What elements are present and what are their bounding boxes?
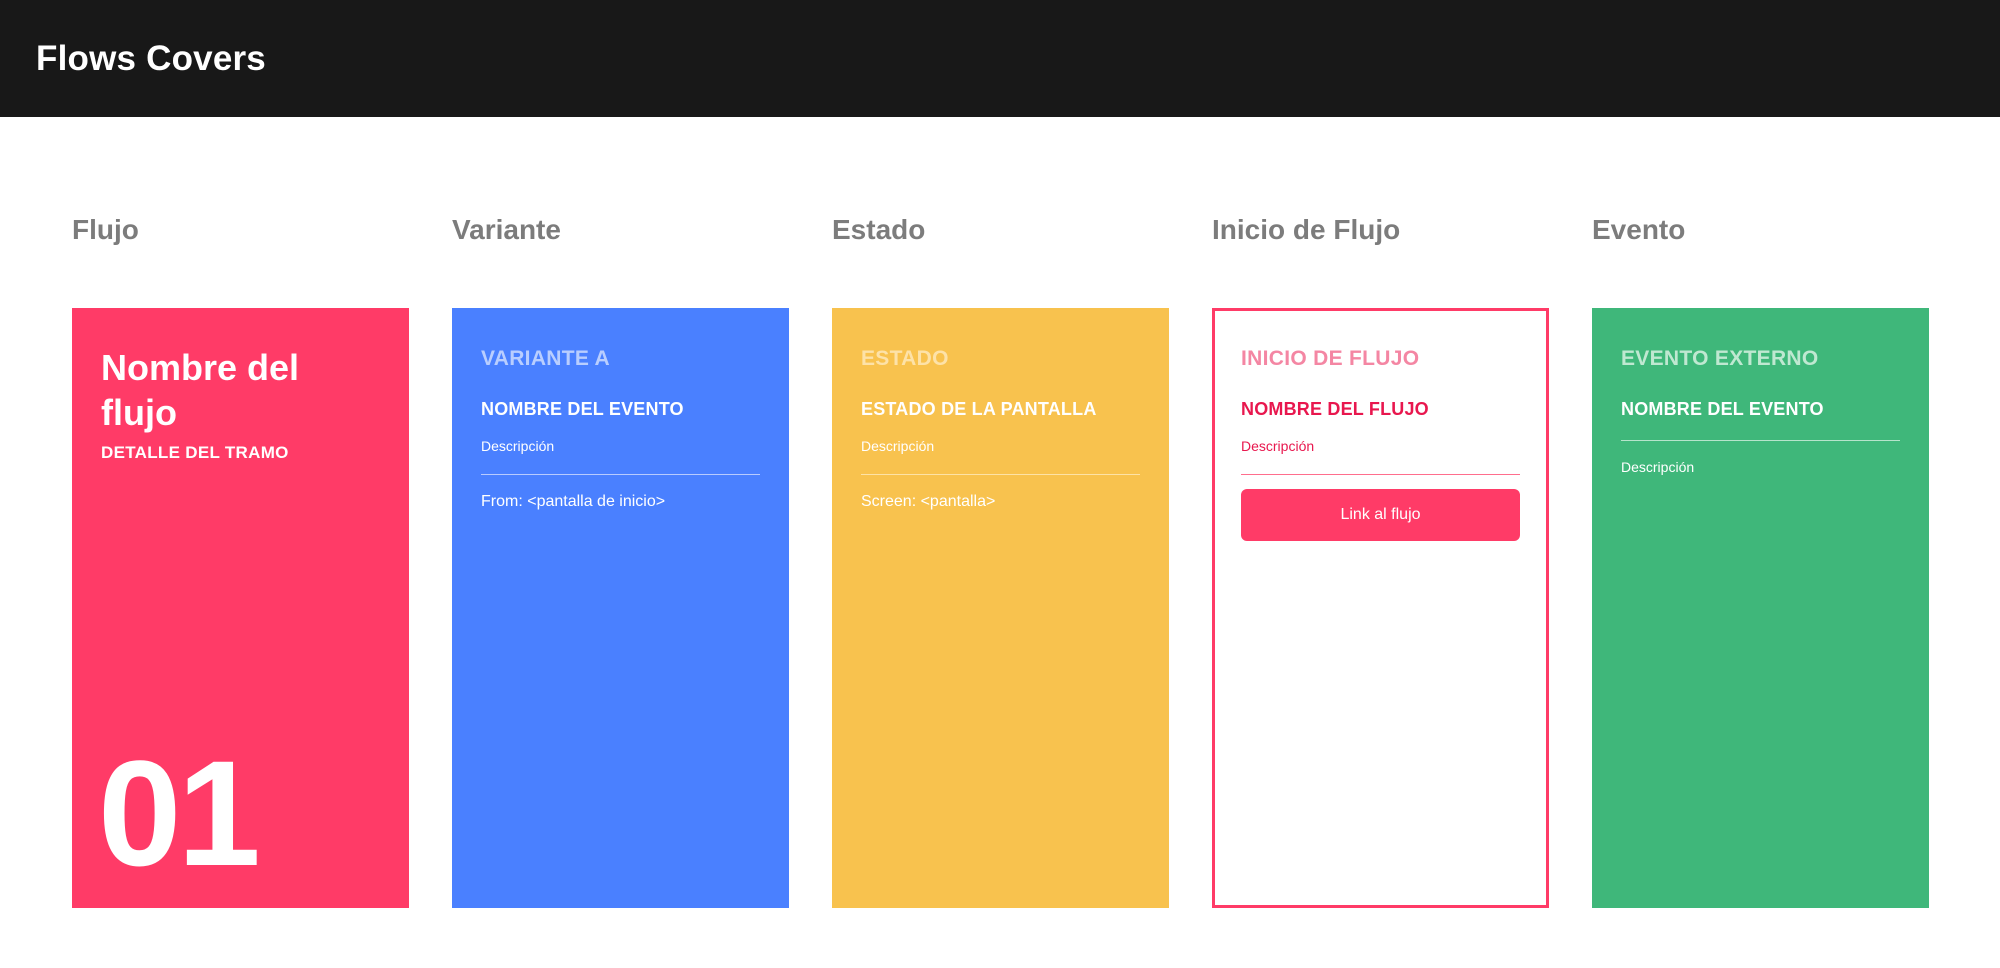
event-description: Descripción [1621,459,1695,475]
column-label-inicio: Inicio de Flujo [1212,214,1401,245]
from-screen: From: <pantalla de inicio> [481,493,666,510]
event-name: NOMBRE DEL EVENTO [481,399,684,419]
card-variante: VARIANTE A NOMBRE DEL EVENTO Descripción… [452,308,789,908]
flow-start-title: INICIO DE FLUJO [1241,347,1420,370]
flow-name: Nombre del flujo [101,347,300,433]
card-inicio-de-flujo: INICIO DE FLUJO NOMBRE DEL FLUJO Descrip… [1212,308,1549,908]
state-title: ESTADO [861,347,949,370]
flow-number: 01 [98,729,261,897]
divider [481,474,760,475]
state-description: Descripción [861,438,935,454]
column-label-evento: Evento [1592,214,1686,245]
event-name: NOMBRE DEL EVENTO [1621,399,1824,419]
card-estado: ESTADO ESTADO DE LA PANTALLA Descripción… [832,308,1169,908]
variant-title: VARIANTE A [481,347,610,370]
screen-label: Screen: <pantalla> [861,493,996,510]
column-label-variante: Variante [452,214,561,245]
card-flujo: Nombre del flujo DETALLE DEL TRAMO 01 [72,308,409,908]
screen-state-name: ESTADO DE LA PANTALLA [861,399,1097,419]
flow-name: NOMBRE DEL FLUJO [1241,399,1429,419]
divider [1621,440,1900,441]
event-description: Descripción [481,438,555,454]
flow-detail: DETALLE DEL TRAMO [101,443,289,462]
flow-description: Descripción [1241,438,1315,454]
divider [1241,474,1520,475]
divider [861,474,1140,475]
top-bar: Flows Covers [0,0,2000,117]
card-evento: EVENTO EXTERNO NOMBRE DEL EVENTO Descrip… [1592,308,1929,908]
app-title: Flows Covers [36,38,266,78]
column-label-estado: Estado [832,214,926,245]
external-event-title: EVENTO EXTERNO [1621,347,1819,370]
flow-link-button[interactable]: Link al flujo [1241,489,1520,541]
column-label-flujo: Flujo [72,214,139,245]
